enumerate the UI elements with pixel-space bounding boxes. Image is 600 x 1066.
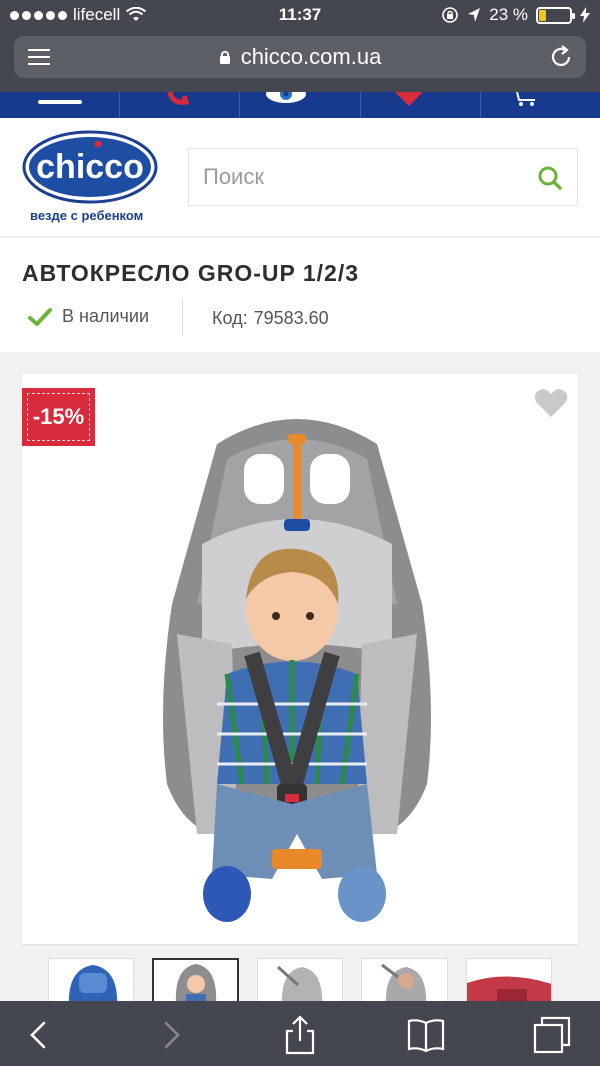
eye-icon [266, 92, 307, 103]
thumbnail-3[interactable] [256, 958, 344, 1006]
forward-icon[interactable] [150, 1015, 190, 1055]
logo-tagline: везде с ребенком [30, 208, 144, 223]
reload-icon[interactable] [548, 44, 574, 70]
search-box[interactable] [188, 148, 578, 206]
menu-button[interactable] [0, 92, 121, 118]
gallery-separator [22, 944, 578, 946]
thumbnail-image [276, 965, 322, 1005]
thumbnail-5[interactable] [465, 958, 552, 1006]
browser-chrome: lifecell 11:37 23 % chicco.com.ua [0, 0, 600, 92]
heart-icon[interactable] [534, 388, 568, 418]
discount-badge: -15% [22, 388, 95, 446]
thumbnail-4[interactable] [361, 958, 448, 1006]
browser-toolbar [0, 1001, 600, 1066]
status-right: 23 % [441, 5, 590, 25]
address-bar[interactable]: chicco.com.ua [14, 36, 586, 78]
phone-icon [167, 92, 190, 105]
logo-text: chicco [36, 148, 144, 186]
availability-text: В наличии [62, 306, 150, 326]
battery-percent: 23 % [489, 5, 528, 24]
product-photo[interactable] [152, 404, 442, 924]
divider [182, 300, 183, 336]
product-header: АВТОКРЕСЛО GRO-UP 1/2/3 В наличии Код: 7… [0, 237, 600, 352]
availability: В наличии [28, 306, 149, 327]
search-input[interactable] [203, 164, 523, 190]
bookmarks-icon[interactable] [406, 1015, 446, 1055]
site-nav [0, 92, 600, 118]
thumbnail-image [68, 965, 118, 1005]
rotation-lock-icon [442, 7, 459, 23]
lock-icon [219, 50, 230, 64]
url-display[interactable]: chicco.com.ua [219, 44, 382, 70]
product-code-label: Код: [212, 308, 248, 328]
thumbnail-image [381, 963, 427, 1005]
back-icon[interactable] [20, 1015, 60, 1055]
charging-icon [580, 7, 590, 23]
product-title: АВТОКРЕСЛО GRO-UP 1/2/3 [22, 260, 360, 286]
reader-icon[interactable] [28, 49, 50, 65]
share-icon[interactable] [280, 1015, 320, 1055]
product-gallery: -15% [22, 374, 578, 944]
tabs-icon[interactable] [532, 1015, 572, 1055]
battery-level [539, 9, 546, 21]
thumbnail-1[interactable] [48, 958, 135, 1006]
menu-icon [38, 100, 82, 104]
nav-view[interactable] [240, 92, 361, 118]
nav-favorites[interactable] [361, 92, 481, 118]
search-icon[interactable] [537, 165, 563, 191]
thumbnail-strip [48, 958, 552, 1006]
product-code-value: 79583.60 [253, 308, 329, 328]
check-icon [28, 307, 52, 326]
thumbnail-image [176, 964, 217, 1004]
url-text: chicco.com.ua [240, 44, 382, 69]
thumbnail-image [466, 976, 551, 1005]
status-bar: lifecell 11:37 23 % [0, 0, 600, 32]
cart-icon [515, 92, 535, 106]
battery-icon [536, 6, 575, 24]
location-icon [468, 8, 481, 22]
nav-cart[interactable] [481, 92, 600, 118]
thumbnail-2[interactable] [152, 958, 239, 1006]
nav-phone[interactable] [120, 92, 241, 118]
product-code: Код: 79583.60 [212, 308, 329, 329]
site-header: chicco везде с ребенком [0, 118, 600, 236]
chicco-logo[interactable]: chicco [22, 130, 158, 204]
heart-nav-icon [394, 92, 423, 106]
